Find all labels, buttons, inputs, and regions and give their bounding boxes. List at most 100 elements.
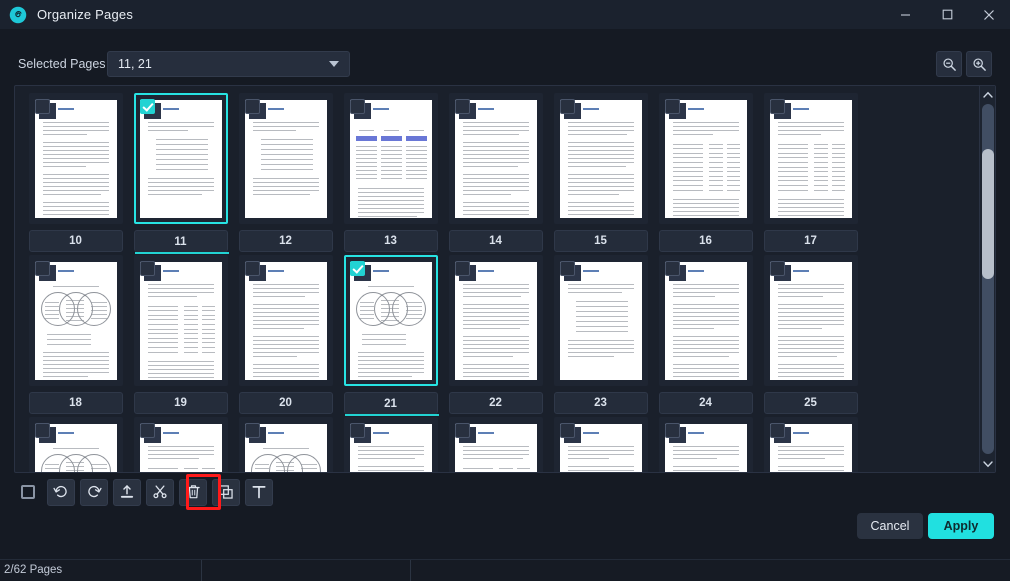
page-select-checkbox[interactable]	[769, 261, 785, 276]
page-select-checkbox[interactable]	[349, 99, 365, 114]
vertical-scrollbar[interactable]	[979, 86, 995, 472]
page-select-checkbox[interactable]	[34, 99, 50, 114]
page-select-checkbox[interactable]	[454, 423, 470, 438]
close-button[interactable]	[968, 0, 1010, 29]
delete-button[interactable]	[179, 478, 207, 506]
scrollbar-thumb[interactable]	[982, 149, 994, 279]
page-thumbnail[interactable]	[238, 93, 333, 224]
page-number-label[interactable]: 18	[28, 392, 123, 414]
page-number-label[interactable]: 25	[763, 392, 858, 414]
page-thumbnail-cell[interactable]: 25	[758, 255, 863, 414]
page-number-label[interactable]: 21	[343, 392, 439, 416]
minimize-button[interactable]	[884, 0, 926, 29]
page-number-label[interactable]: 16	[658, 230, 753, 252]
page-number-label[interactable]: 10	[28, 230, 123, 252]
page-number-label[interactable]: 19	[133, 392, 228, 414]
page-thumbnail-cell[interactable]: 33	[758, 417, 863, 472]
cancel-button[interactable]: Cancel	[857, 513, 923, 539]
page-select-checkbox[interactable]	[664, 99, 680, 114]
page-select-checkbox[interactable]	[559, 261, 575, 276]
page-thumbnail[interactable]	[553, 255, 648, 386]
page-select-checkbox[interactable]	[664, 423, 680, 438]
rotate-left-button[interactable]	[47, 478, 75, 506]
page-select-checkbox[interactable]	[349, 261, 365, 276]
page-thumbnail-cell[interactable]: 21	[338, 255, 443, 416]
page-thumbnail-cell[interactable]: 31	[548, 417, 653, 472]
pages-scroll-panel[interactable]: 10 11 12 13 14 15 16 17 18 19 20 21 22 23 24 25 26272829…	[14, 85, 996, 473]
page-thumbnail[interactable]	[133, 255, 228, 386]
page-thumbnail[interactable]	[28, 255, 123, 386]
page-thumbnail-cell[interactable]: 19	[128, 255, 233, 414]
page-select-checkbox[interactable]	[559, 423, 575, 438]
page-number-label[interactable]: 20	[238, 392, 333, 414]
page-thumbnail-cell[interactable]: 18	[23, 255, 128, 414]
page-thumbnail[interactable]	[238, 255, 333, 386]
selected-pages-dropdown[interactable]: 11, 21	[107, 51, 350, 77]
page-thumbnail-cell[interactable]: 10	[23, 93, 128, 252]
page-thumbnail-cell[interactable]: 20	[233, 255, 338, 414]
page-thumbnail[interactable]	[343, 93, 438, 224]
text-tool-button[interactable]	[245, 478, 273, 506]
page-number-label[interactable]: 11	[133, 230, 229, 254]
page-thumbnail-cell[interactable]: 28	[233, 417, 338, 472]
page-thumbnail-cell[interactable]: 30	[443, 417, 548, 472]
page-select-checkbox[interactable]	[34, 423, 50, 438]
page-number-label[interactable]: 15	[553, 230, 648, 252]
page-thumbnail[interactable]	[238, 417, 333, 472]
page-select-checkbox[interactable]	[454, 99, 470, 114]
page-thumbnail-cell[interactable]: 15	[548, 93, 653, 252]
page-thumbnail-cell[interactable]: 14	[443, 93, 548, 252]
page-thumbnail[interactable]	[343, 255, 438, 386]
page-select-checkbox[interactable]	[244, 99, 260, 114]
page-thumbnail-cell[interactable]: 26	[23, 417, 128, 472]
page-thumbnail-cell[interactable]: 22	[443, 255, 548, 414]
page-number-label[interactable]: 17	[763, 230, 858, 252]
page-select-checkbox[interactable]	[664, 261, 680, 276]
page-number-label[interactable]: 24	[658, 392, 753, 414]
page-thumbnail[interactable]	[763, 417, 858, 472]
page-thumbnail-cell[interactable]: 17	[758, 93, 863, 252]
page-thumbnail-cell[interactable]: 12	[233, 93, 338, 252]
page-thumbnail-cell[interactable]: 23	[548, 255, 653, 414]
page-select-checkbox[interactable]	[769, 99, 785, 114]
page-thumbnail[interactable]	[28, 417, 123, 472]
zoom-in-button[interactable]	[966, 51, 992, 77]
page-thumbnail[interactable]	[553, 417, 648, 472]
scrollbar-track[interactable]	[982, 104, 994, 454]
page-thumbnail[interactable]	[658, 93, 753, 224]
page-thumbnail[interactable]	[658, 417, 753, 472]
page-thumbnail[interactable]	[553, 93, 648, 224]
page-thumbnail-cell[interactable]: 27	[128, 417, 233, 472]
page-number-label[interactable]: 13	[343, 230, 438, 252]
page-thumbnail[interactable]	[448, 93, 543, 224]
page-number-label[interactable]: 23	[553, 392, 648, 414]
page-number-label[interactable]: 22	[448, 392, 543, 414]
page-select-checkbox[interactable]	[244, 261, 260, 276]
rotate-right-button[interactable]	[80, 478, 108, 506]
page-select-checkbox[interactable]	[244, 423, 260, 438]
page-thumbnail[interactable]	[658, 255, 753, 386]
maximize-button[interactable]	[926, 0, 968, 29]
page-thumbnail-cell[interactable]: 11	[128, 93, 233, 254]
select-all-checkbox[interactable]	[14, 479, 42, 506]
page-select-checkbox[interactable]	[139, 99, 155, 114]
page-thumbnail-cell[interactable]: 32	[653, 417, 758, 472]
duplicate-button[interactable]	[212, 478, 240, 506]
page-select-checkbox[interactable]	[769, 423, 785, 438]
page-select-checkbox[interactable]	[559, 99, 575, 114]
page-thumbnail-cell[interactable]: 13	[338, 93, 443, 252]
page-thumbnail-cell[interactable]: 29	[338, 417, 443, 472]
page-select-checkbox[interactable]	[454, 261, 470, 276]
page-select-checkbox[interactable]	[139, 423, 155, 438]
page-thumbnail[interactable]	[448, 417, 543, 472]
page-select-checkbox[interactable]	[349, 423, 365, 438]
scroll-up-button[interactable]	[980, 86, 995, 103]
page-thumbnail-cell[interactable]: 16	[653, 93, 758, 252]
page-number-label[interactable]: 12	[238, 230, 333, 252]
page-thumbnail[interactable]	[343, 417, 438, 472]
page-number-label[interactable]: 14	[448, 230, 543, 252]
page-thumbnail[interactable]	[763, 93, 858, 224]
page-thumbnail[interactable]	[763, 255, 858, 386]
page-thumbnail[interactable]	[133, 93, 228, 224]
scroll-down-button[interactable]	[980, 455, 995, 472]
